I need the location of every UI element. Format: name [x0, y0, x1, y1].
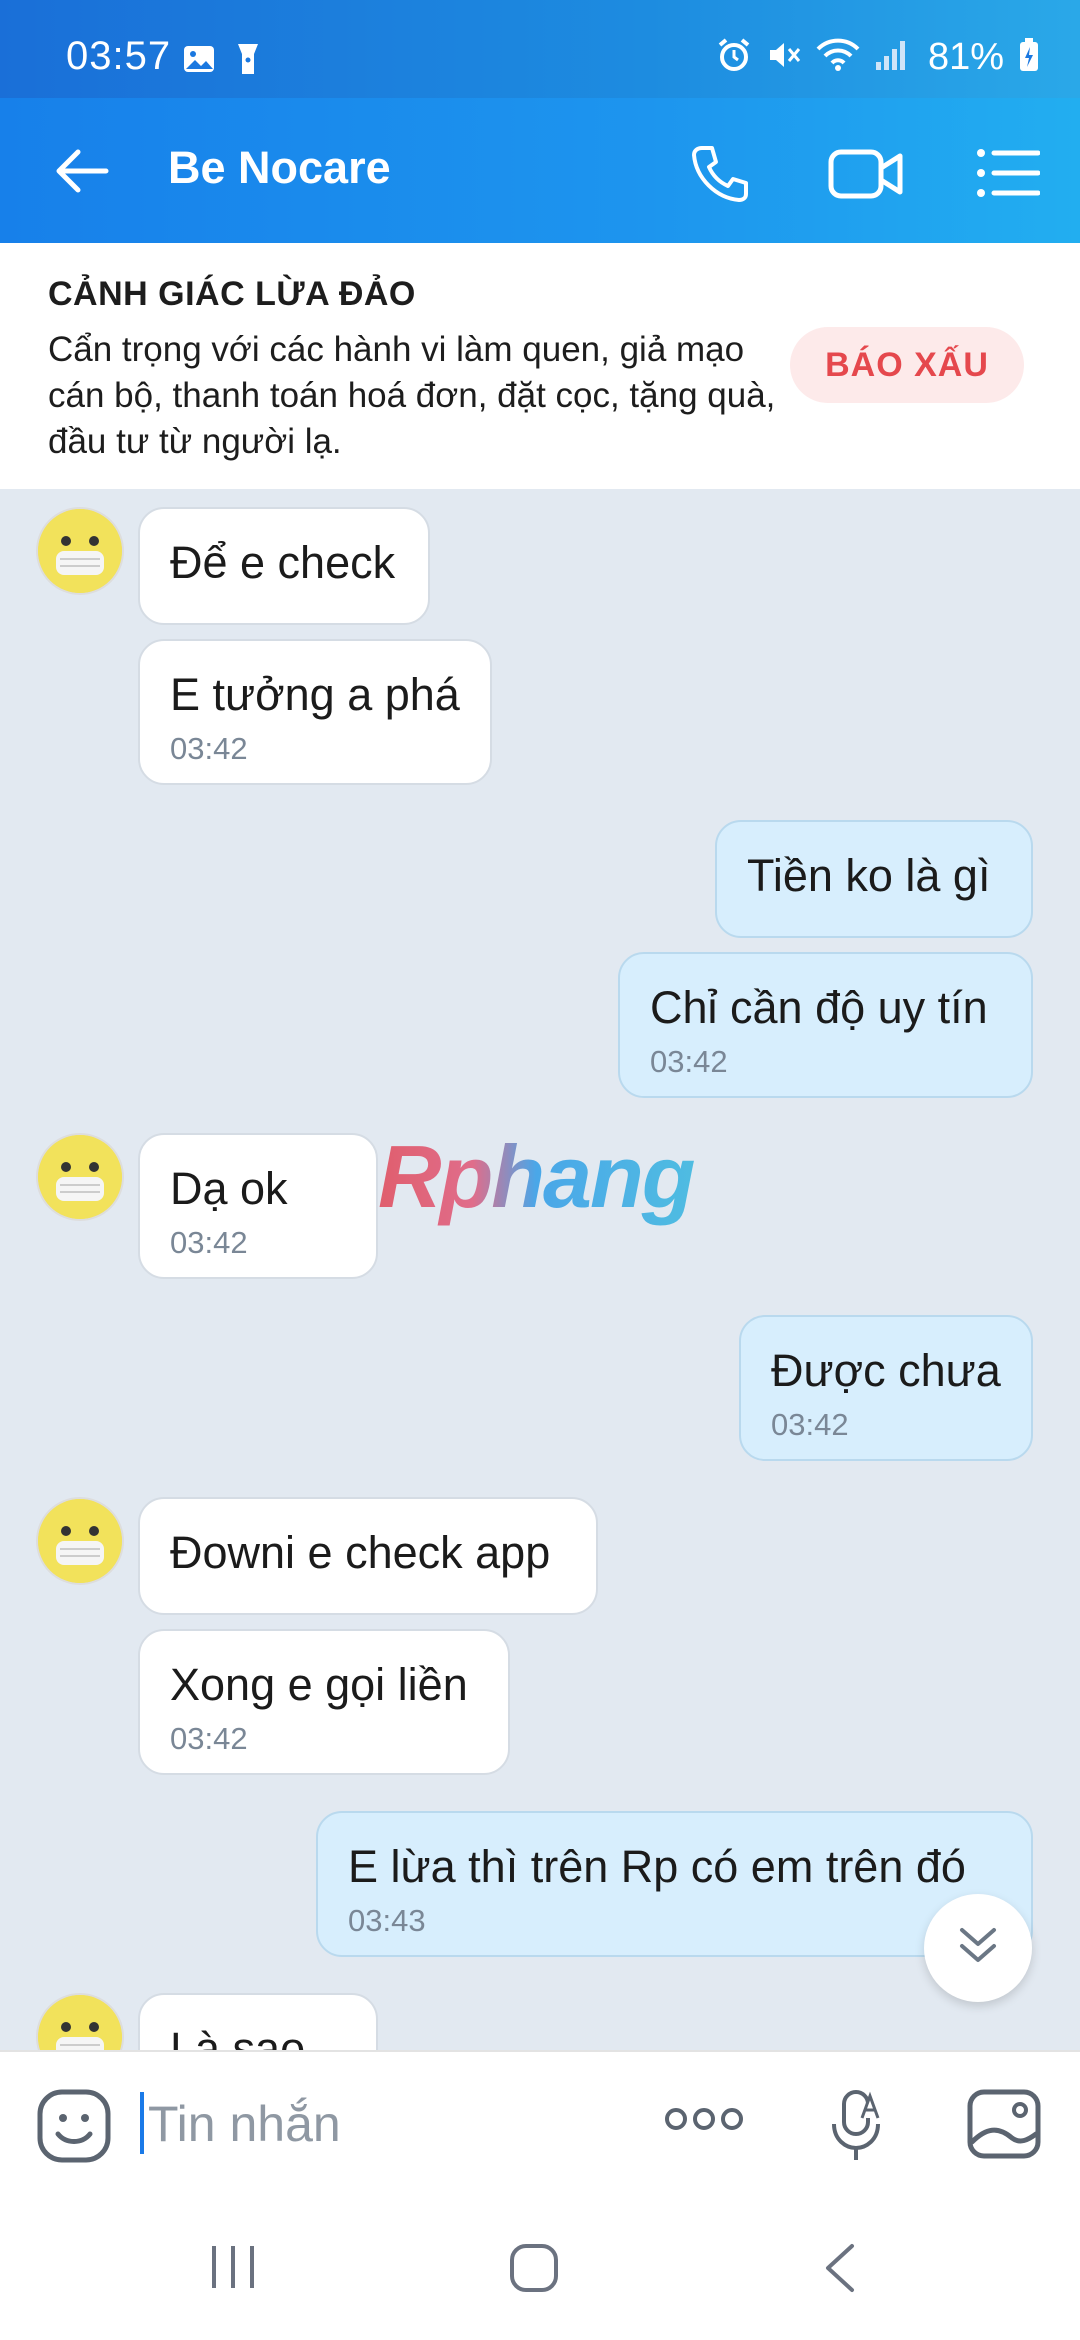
message-time: 03:42: [170, 731, 248, 766]
message-text: Là sao: [170, 2023, 306, 2050]
contact-avatar[interactable]: [36, 507, 124, 595]
more-options-icon[interactable]: [664, 2104, 744, 2139]
double-chevron-down-icon: [956, 1924, 1000, 1973]
message-time: 03:42: [170, 1721, 248, 1756]
video-call-icon[interactable]: [828, 146, 904, 207]
flashlight-icon: [234, 42, 262, 81]
phone-call-icon[interactable]: [688, 142, 752, 211]
scroll-to-bottom-button[interactable]: [924, 1894, 1032, 2002]
message-text: Dạ ok: [170, 1163, 288, 1214]
message-text: Tiền ko là gì: [747, 850, 991, 901]
message-time: 03:43: [348, 1903, 426, 1938]
image-gallery-icon[interactable]: [966, 2088, 1042, 2165]
message-list[interactable]: Để e check E tưởng a phá 03:42 Tiền ko l…: [0, 489, 1080, 2050]
back-icon[interactable]: [820, 2242, 860, 2299]
outgoing-message[interactable]: Chỉ cần độ uy tín 03:42: [618, 952, 1033, 1098]
system-navigation-bar: [0, 2190, 1080, 2340]
message-text: Chỉ cần độ uy tín: [650, 982, 988, 1033]
home-icon[interactable]: [508, 2242, 560, 2299]
menu-list-icon[interactable]: [976, 148, 1041, 203]
battery-percent: 81%: [927, 36, 1004, 78]
report-button[interactable]: BÁO XẤU: [790, 327, 1024, 403]
text-cursor: [140, 2092, 144, 2154]
signal-icon: [874, 38, 908, 77]
message-text: Để e check: [170, 537, 396, 588]
incoming-message[interactable]: Xong e gọi liền 03:42: [138, 1629, 510, 1775]
recent-apps-icon[interactable]: [208, 2242, 258, 2297]
back-arrow-icon[interactable]: [54, 146, 110, 201]
fraud-warning-banner: CẢNH GIÁC LỪA ĐẢO Cẩn trọng với các hành…: [0, 243, 1080, 489]
mute-icon: [766, 37, 802, 78]
status-bar: 03:57 81%: [0, 0, 1080, 98]
message-time: 03:42: [650, 1044, 728, 1079]
battery-charging-icon: [1018, 37, 1040, 78]
message-time: 03:42: [170, 1225, 248, 1260]
contact-name[interactable]: Be Nocare: [168, 142, 391, 194]
message-text: Được chưa: [771, 1345, 1001, 1396]
sticker-emoji-icon[interactable]: [36, 2088, 112, 2169]
status-time: 03:57: [66, 34, 172, 78]
alarm-icon: [716, 37, 752, 78]
message-time: 03:42: [771, 1407, 849, 1442]
incoming-message[interactable]: Là sao: [138, 1993, 378, 2050]
outgoing-message[interactable]: Được chưa 03:42: [739, 1315, 1033, 1461]
contact-avatar[interactable]: [36, 1133, 124, 1221]
outgoing-message[interactable]: Tiền ko là gì: [715, 820, 1033, 938]
message-text: E lừa thì trên Rp có em trên đó: [348, 1841, 966, 1892]
contact-avatar[interactable]: [36, 1497, 124, 1585]
message-text: E tưởng a phá: [170, 669, 460, 720]
chat-header: Be Nocare: [0, 98, 1080, 243]
contact-avatar[interactable]: [36, 1993, 124, 2050]
incoming-message[interactable]: Đowni e check app: [138, 1497, 598, 1615]
message-text: Đowni e check app: [170, 1527, 551, 1578]
voice-to-text-mic-icon[interactable]: [826, 2088, 886, 2169]
gallery-notification-icon: [182, 42, 216, 81]
message-composer: [0, 2050, 1080, 2192]
warning-text: Cẩn trọng với các hành vi làm quen, giả …: [48, 330, 776, 461]
message-input[interactable]: [146, 2090, 630, 2158]
message-text: Xong e gọi liền: [170, 1659, 468, 1710]
incoming-message[interactable]: E tưởng a phá 03:42: [138, 639, 492, 785]
watermark-logo: Rphang: [378, 1127, 696, 1226]
incoming-message[interactable]: Để e check: [138, 507, 430, 625]
wifi-icon: [816, 37, 860, 78]
warning-title: CẢNH GIÁC LỪA ĐẢO: [48, 275, 416, 313]
incoming-message[interactable]: Dạ ok 03:42: [138, 1133, 378, 1279]
